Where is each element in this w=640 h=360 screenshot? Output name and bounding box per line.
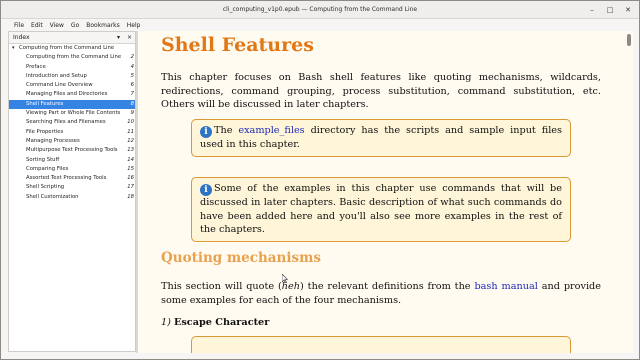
section-heading: Quoting mechanisms	[161, 250, 321, 266]
toc-root-item[interactable]: ▾ Computing from the Command Line	[9, 44, 135, 53]
sidebar-dropdown-icon[interactable]: ▾	[117, 32, 120, 44]
toc-item-label: Preface	[26, 63, 46, 70]
sidebar-title: Index	[13, 34, 30, 41]
book-content: Shell Features This chapter focuses on B…	[138, 31, 625, 353]
toc-item-page: 4	[130, 63, 134, 70]
intro-paragraph: This chapter focuses on Bash shell featu…	[161, 72, 601, 110]
toc-item-label: Managing Files and Directories	[26, 91, 108, 98]
toc-item-page: 16	[127, 175, 134, 182]
note1-text-pre: The	[214, 125, 239, 136]
scrollbar-thumb[interactable]	[627, 34, 631, 46]
sidebar-close-icon[interactable]: ×	[127, 32, 132, 44]
toc-item-page: 9	[130, 110, 134, 117]
subsection-label: Escape Character	[173, 317, 270, 328]
toc-item[interactable]: Sorting Stuff 14	[9, 156, 135, 165]
toc-item-label: Searching Files and Filenames	[26, 119, 106, 126]
toc-item[interactable]: Multipurpose Text Processing Tools 13	[9, 146, 135, 155]
toc-item[interactable]: Introduction and Setup 5	[9, 72, 135, 81]
section-text-pre: This section will quote (	[161, 281, 282, 292]
toc-item-label: Assorted Text Processing Tools	[26, 175, 107, 182]
toc-item[interactable]: Computing from the Command Line 2	[9, 53, 135, 62]
maximize-icon[interactable]: □	[605, 5, 615, 15]
index-sidebar: Index ▾ × ▾ Computing from the Command Li…	[8, 31, 136, 352]
bash-manual-link[interactable]: bash manual	[474, 281, 537, 292]
toc-item-label: Multipurpose Text Processing Tools	[26, 147, 118, 154]
toc-item-page: 5	[130, 72, 134, 79]
toc-item-label: Comparing Files	[26, 165, 69, 172]
note-box-commands: i Some of the examples in this chapter us…	[191, 177, 571, 242]
toc-item-page: 8	[130, 100, 134, 107]
toc-item-label: Computing from the Command Line	[19, 45, 115, 51]
note-box-partial	[191, 336, 571, 353]
section-text-mid: ) the relevant definitions from the	[300, 281, 475, 292]
toc-item-label: File Properties	[26, 128, 64, 135]
toc-item[interactable]: Assorted Text Processing Tools 16	[9, 174, 135, 183]
toc-item[interactable]: Command Line Overview 6	[9, 81, 135, 90]
toc-item-page: 15	[127, 165, 134, 172]
toc-item-page: 17	[127, 184, 134, 191]
toc-item[interactable]: File Properties 11	[9, 128, 135, 137]
toc-item-label: Sorting Stuff	[26, 156, 60, 163]
note2-text: Some of the examples in this chapter use…	[200, 183, 562, 235]
mouse-cursor-icon	[282, 274, 288, 283]
toc-item[interactable]: Managing Files and Directories 7	[9, 90, 135, 99]
toc-item-page: 18	[127, 193, 134, 200]
toc-item[interactable]: Comparing Files 15	[9, 165, 135, 174]
info-icon: i	[200, 126, 212, 138]
minimize-icon[interactable]: –	[587, 5, 597, 15]
title-bar[interactable]: cli_computing_v1p0.epub — Computing from…	[1, 1, 639, 19]
content-scrollbar[interactable]	[625, 31, 633, 353]
toc-item-page: 7	[130, 91, 134, 98]
chapter-heading: Shell Features	[161, 34, 314, 56]
toc-item-label: Computing from the Command Line	[26, 54, 122, 61]
toc-item[interactable]: Searching Files and Filenames 10	[9, 118, 135, 127]
toc-item[interactable]: Shell Customization 18	[9, 193, 135, 202]
toc-item[interactable]: Viewing Part or Whole File Contents 9	[9, 109, 135, 118]
section-paragraph: This section will quote (heh) the releva…	[161, 280, 601, 307]
toc-item-label: Shell Customization	[26, 193, 79, 200]
toc-item[interactable]: Managing Processes 12	[9, 137, 135, 146]
toc-item[interactable]: Shell Features 8	[9, 99, 135, 110]
toc-item-page: 2	[130, 54, 134, 61]
note-box-example-files: i The example_files directory has the scr…	[191, 119, 571, 157]
toc-item-page: 11	[127, 128, 134, 135]
toc-item-page: 14	[127, 156, 134, 163]
toc-item-label: Shell Scripting	[26, 184, 65, 191]
subsection-title: 1) Escape Character	[161, 317, 269, 328]
expand-arrow-icon[interactable]: ▾	[12, 44, 15, 53]
table-of-contents: ▾ Computing from the Command Line Computin…	[9, 44, 135, 202]
example-files-link[interactable]: example_files	[238, 125, 304, 136]
toc-item-page: 10	[127, 119, 134, 126]
toc-item[interactable]: Shell Scripting 17	[9, 183, 135, 192]
toc-item-page: 12	[127, 137, 134, 144]
toc-item-label: Introduction and Setup	[26, 72, 87, 79]
sidebar-header: Index ▾ ×	[9, 32, 135, 44]
window-title: cli_computing_v1p0.epub — Computing from…	[222, 6, 418, 13]
close-icon[interactable]: ✕	[623, 5, 633, 15]
toc-item[interactable]: Preface 4	[9, 63, 135, 72]
toc-item-label: Managing Processes	[26, 137, 80, 144]
toc-item-page: 6	[130, 82, 134, 89]
subsection-number: 1)	[161, 317, 171, 328]
toc-item-label: Viewing Part or Whole File Contents	[26, 110, 121, 117]
toc-item-label: Command Line Overview	[26, 82, 93, 89]
toc-item-label: Shell Features	[26, 100, 64, 107]
toc-item-page: 13	[127, 147, 134, 154]
info-icon: i	[200, 184, 212, 196]
